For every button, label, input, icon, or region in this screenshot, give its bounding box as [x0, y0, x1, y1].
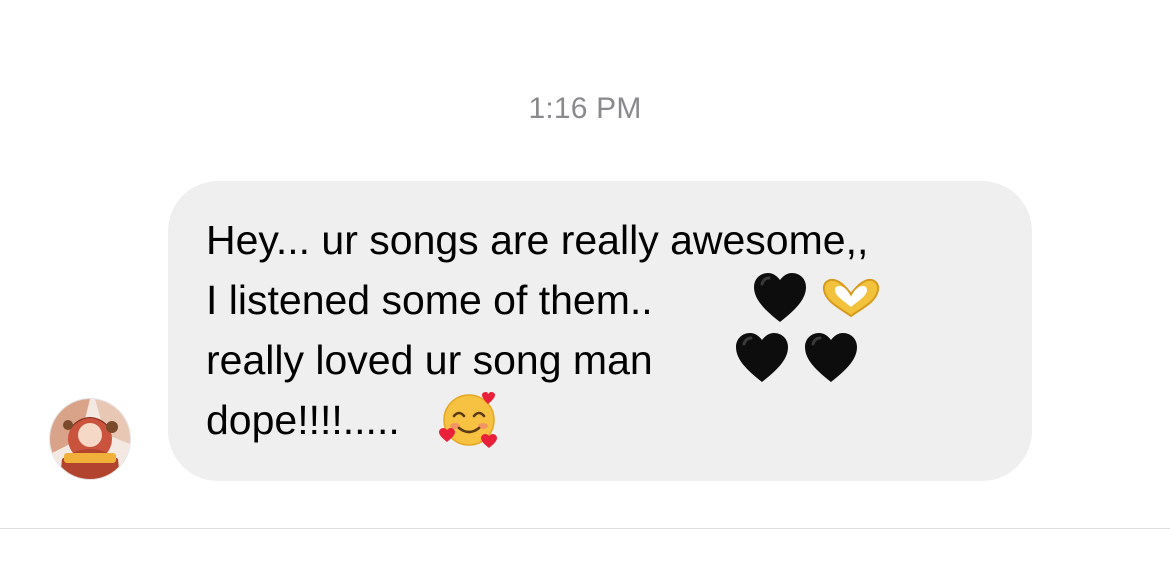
smiling-face-with-hearts-icon: [439, 392, 497, 448]
heart-hands-icon: [822, 278, 880, 318]
sender-avatar[interactable]: [49, 398, 131, 480]
message-line-3: really loved ur song man: [206, 337, 653, 383]
black-heart-icon: [736, 333, 788, 382]
footer-divider: [0, 528, 1170, 529]
message-line-4: dope!!!!.....: [206, 397, 400, 443]
message-line-1: Hey... ur songs are really awesome,,: [206, 217, 869, 263]
message-line-2: I listened some of them..: [206, 277, 653, 323]
black-heart-icon: [754, 273, 806, 322]
message-timestamp: 1:16 PM: [528, 92, 642, 125]
black-heart-icon: [805, 333, 857, 382]
